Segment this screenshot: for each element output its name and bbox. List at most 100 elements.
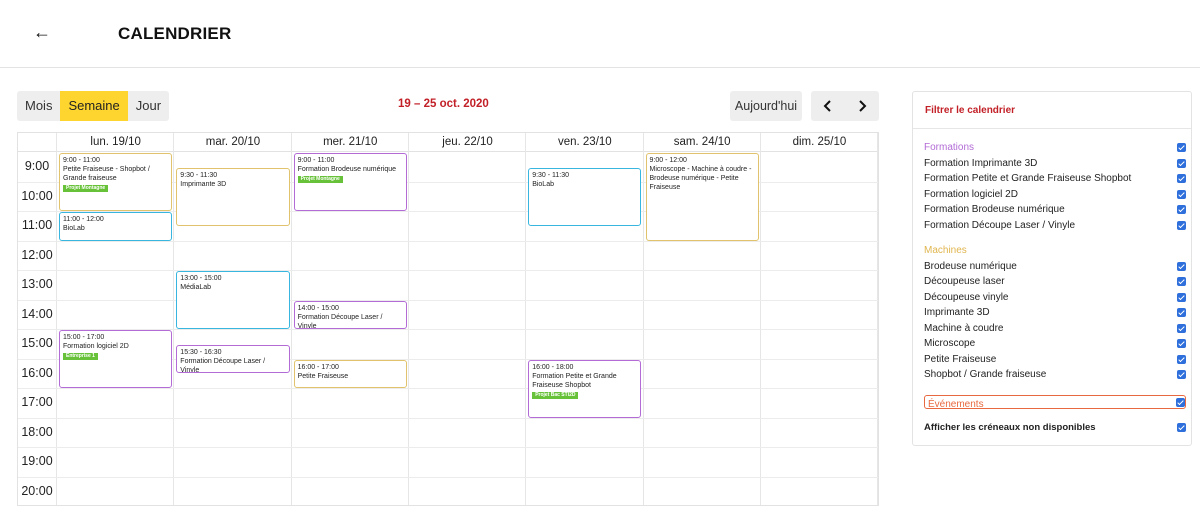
calendar-event[interactable]: 14:00 - 15:00 Formation Découpe Laser / V… <box>293 300 407 329</box>
event-time: 13:00 - 15:00 <box>180 275 222 282</box>
event-title: Microscope - Machine à coudre - Brodeuse… <box>649 166 752 191</box>
filter-item[interactable]: Formation Imprimante 3D <box>924 157 1186 171</box>
time-label: 20:00 <box>21 483 53 498</box>
calendar-event[interactable]: 11:00 - 12:00 BioLab <box>59 212 173 241</box>
next-week-button[interactable] <box>845 91 879 121</box>
chevron-right-icon <box>859 100 867 112</box>
event-title: Petite Fraiseuse <box>297 372 349 380</box>
checkbox-checked[interactable] <box>1177 370 1186 379</box>
filter-item[interactable]: Brodeuse numérique <box>924 260 1186 274</box>
filter-item[interactable]: Formation Petite et Grande Fraiseuse Sho… <box>924 172 1186 186</box>
checkbox-checked[interactable] <box>1177 205 1186 214</box>
event-time: 15:30 - 16:30 <box>180 348 222 356</box>
event-time: 9:00 - 11:00 <box>297 157 335 164</box>
grid-hour-line <box>18 299 878 301</box>
calendar-event[interactable]: 9:00 - 12:00 Microscope - Machine à coudr… <box>645 153 759 241</box>
calendar-event[interactable]: 9:30 - 11:30 Imprimante 3D <box>176 167 290 226</box>
filter-item[interactable]: Machine à coudre <box>924 322 1186 336</box>
calendar-event[interactable]: 13:00 - 15:00 MédiaLab <box>176 271 290 329</box>
time-label: 13:00 <box>21 277 53 291</box>
calendar-event[interactable]: 16:00 - 18:00 Formation Petite et Grande … <box>528 359 642 418</box>
event-project-badge: Projet Montagne <box>297 176 343 183</box>
view-day-button[interactable]: Jour <box>127 91 170 121</box>
event-time: 14:00 - 15:00 <box>297 304 339 312</box>
event-title: BioLab <box>532 180 554 188</box>
event-title: Formation Petite et Grande Fraiseuse Sho… <box>532 372 617 389</box>
time-label: 18:00 <box>21 424 53 439</box>
view-week-button[interactable]: Semaine <box>60 91 128 121</box>
event-title: Formation Brodeuse numérique <box>297 166 397 173</box>
prev-week-button[interactable] <box>811 91 845 121</box>
filter-item-label: Formation Petite et Grande Fraiseuse Sho… <box>924 173 1132 184</box>
calendar-event[interactable]: 15:30 - 16:30 Formation Découpe Laser / V… <box>176 344 290 374</box>
filter-category-formations-label: Formations <box>924 142 975 153</box>
checkbox-checked[interactable] <box>1177 143 1186 152</box>
event-time: 16:00 - 17:00 <box>297 363 339 371</box>
checkbox-checked[interactable] <box>1177 158 1186 168</box>
time-label: 12:00 <box>21 247 53 262</box>
checkbox-checked[interactable] <box>1177 354 1186 364</box>
filter-unavailable-slots[interactable]: Afficher les créneaux non disponibles <box>924 421 1186 435</box>
event-title: MédiaLab <box>180 284 212 291</box>
today-button[interactable]: Aujourd'hui <box>730 91 802 121</box>
filter-category-machines[interactable]: Machines <box>924 244 1186 258</box>
view-month-button[interactable]: Mois <box>17 91 61 121</box>
calendar-event[interactable]: 9:30 - 11:30 BioLab <box>528 167 642 226</box>
grid-column-line <box>290 133 292 505</box>
calendar-event[interactable]: 16:00 - 17:00 Petite Fraiseuse <box>293 359 407 388</box>
calendar-event[interactable]: 9:00 - 11:00 Petite Fraiseuse - Shopbot /… <box>59 153 173 211</box>
filter-item[interactable]: Formation Découpe Laser / Vinyle <box>924 219 1186 233</box>
grid-hour-line <box>18 270 878 271</box>
filter-item[interactable]: Imprimante 3D <box>924 306 1186 320</box>
grid-column-line <box>525 133 527 505</box>
grid-hour-line <box>18 417 878 419</box>
filter-item-label: Formation Imprimante 3D <box>924 157 1038 169</box>
calendar-event[interactable]: 9:00 - 11:00 Formation Brodeuse numérique… <box>293 153 407 211</box>
filter-category-formations[interactable]: Formations <box>924 141 1186 155</box>
filter-item-label: Découpeuse laser <box>924 276 1005 287</box>
checkbox-checked[interactable] <box>1177 277 1186 286</box>
checkbox-checked[interactable] <box>1177 220 1186 230</box>
filter-unavailable-slots-label: Afficher les créneaux non disponibles <box>924 422 1096 433</box>
page-title: CALENDRIER <box>118 24 232 43</box>
chevron-left-icon <box>823 100 831 112</box>
filter-item[interactable]: Shopbot / Grande fraiseuse <box>924 368 1186 382</box>
event-time: 9:00 - 11:00 <box>63 157 100 164</box>
filter-category-events-label: Événements <box>928 398 984 409</box>
filter-category-events[interactable]: Événements <box>924 394 1186 409</box>
filter-item[interactable]: Microscope <box>924 337 1186 351</box>
time-label: 17:00 <box>21 395 53 409</box>
event-time: 9:30 - 11:30 <box>532 171 570 179</box>
event-project-badge: Projet Bac STI2D <box>532 391 579 399</box>
checkbox-checked[interactable] <box>1176 397 1185 407</box>
date-range: 19 – 25 oct. 2020 <box>398 98 489 110</box>
grid-column-line <box>877 133 879 505</box>
event-time: 9:00 - 12:00 <box>649 157 687 164</box>
arrow-left-icon[interactable]: ← <box>33 22 51 42</box>
filter-item[interactable]: Découpeuse laser <box>924 275 1186 289</box>
calendar-event[interactable]: 15:00 - 17:00 Formation logiciel 2D Entrep… <box>59 330 173 388</box>
filter-item-label: Shopbot / Grande fraiseuse <box>924 369 1047 380</box>
checkbox-checked[interactable] <box>1177 308 1186 317</box>
event-title: Petite Fraiseuse - Shopbot / Grande frai… <box>63 166 150 182</box>
day-header: sam. 24/10 <box>673 136 731 148</box>
week-calendar: lun. 19/10 mar. 20/10 mer. 21/10 jeu. 22/10… <box>17 132 879 506</box>
checkbox-checked[interactable] <box>1177 339 1186 348</box>
checkbox-checked[interactable] <box>1177 292 1186 302</box>
event-time: 11:00 - 12:00 <box>63 216 104 223</box>
day-header: jeu. 22/10 <box>442 136 493 148</box>
checkbox-checked[interactable] <box>1177 323 1186 333</box>
filter-item[interactable]: Formation logiciel 2D <box>924 188 1186 202</box>
checkbox-checked[interactable] <box>1177 189 1186 199</box>
filter-item[interactable]: Petite Fraiseuse <box>924 353 1186 367</box>
filter-item[interactable]: Découpeuse vinyle <box>924 291 1186 305</box>
event-title: Imprimante 3D <box>180 180 227 188</box>
checkbox-checked[interactable] <box>1177 261 1186 271</box>
checkbox-checked[interactable] <box>1177 174 1186 183</box>
filter-item-label: Brodeuse numérique <box>924 260 1017 272</box>
event-time: 16:00 - 18:00 <box>532 363 574 371</box>
grid-hour-line <box>18 476 878 478</box>
view-switcher: Mois Semaine Jour <box>17 91 170 121</box>
checkbox-checked[interactable] <box>1177 423 1186 432</box>
filter-item[interactable]: Formation Brodeuse numérique <box>924 203 1186 217</box>
